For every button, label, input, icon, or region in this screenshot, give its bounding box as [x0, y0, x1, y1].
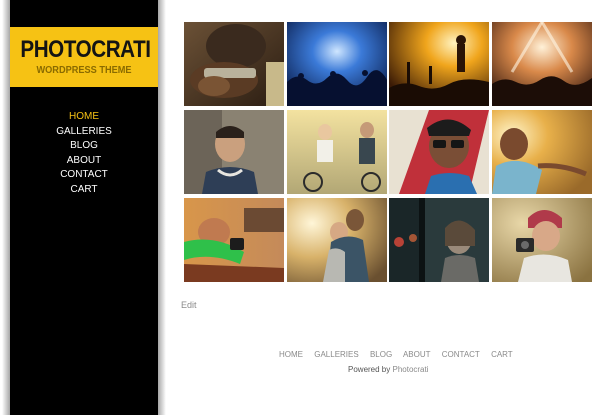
gallery-thumbnail-woman-in-sunlight[interactable]: [492, 110, 592, 194]
sidebar-item-contact[interactable]: CONTACT: [10, 168, 158, 183]
sidebar-item-blog[interactable]: BLOG: [10, 139, 158, 154]
footer-nav: HOME GALLERIES BLOG ABOUT CONTACT CART: [279, 350, 522, 359]
sidebar-shadow-right: [158, 0, 166, 415]
sidebar: PHOTOCRATI WORDPRESS THEME HOME GALLERIE…: [0, 0, 166, 415]
gallery-thumbnail-woman-in-sunglasses[interactable]: [389, 110, 489, 194]
footer-item-contact[interactable]: CONTACT: [442, 350, 480, 359]
sidebar-item-cart[interactable]: CART: [10, 183, 158, 198]
powered-by-prefix: Powered by: [348, 365, 391, 374]
gallery-thumbnail-woman-at-night-window[interactable]: [389, 198, 489, 282]
footer-item-blog[interactable]: BLOG: [370, 350, 392, 359]
sidebar-item-home[interactable]: HOME: [10, 110, 158, 125]
gallery-thumbnail-woman-in-car-window[interactable]: [184, 198, 284, 282]
gallery-thumbnail-stage-lights-crowd[interactable]: [492, 22, 592, 106]
gallery-thumbnail-harmonica-player[interactable]: [184, 22, 284, 106]
sidebar-item-galleries[interactable]: GALLERIES: [10, 125, 158, 140]
powered-by: Powered by Photocrati: [348, 365, 429, 374]
site-logo[interactable]: PHOTOCRATI WORDPRESS THEME: [10, 27, 158, 87]
sidebar-shadow-left: [2, 0, 10, 415]
gallery-thumbnail-blue-concert-crowd[interactable]: [287, 22, 387, 106]
footer-item-home[interactable]: HOME: [279, 350, 303, 359]
sidebar-menu: HOME GALLERIES BLOG ABOUT CONTACT CART: [10, 110, 158, 197]
gallery-thumbnail-woman-with-camera[interactable]: [492, 198, 592, 282]
powered-by-link[interactable]: Photocrati: [392, 365, 428, 374]
sidebar-item-about[interactable]: ABOUT: [10, 154, 158, 169]
gallery-thumbnail-couple-on-bicycles[interactable]: [287, 110, 387, 194]
gallery-thumbnail-smiling-man-headphones[interactable]: [184, 110, 284, 194]
footer-item-cart[interactable]: CART: [491, 350, 513, 359]
footer-item-about[interactable]: ABOUT: [403, 350, 431, 359]
gallery-thumbnail-couple-embracing[interactable]: [287, 198, 387, 282]
logo-title: PHOTOCRATI: [20, 36, 151, 63]
edit-link[interactable]: Edit: [181, 300, 197, 310]
logo-subtitle: WORDPRESS THEME: [36, 65, 132, 76]
footer-item-galleries[interactable]: GALLERIES: [314, 350, 358, 359]
gallery-thumbnail-concert-silhouette[interactable]: [389, 22, 489, 106]
